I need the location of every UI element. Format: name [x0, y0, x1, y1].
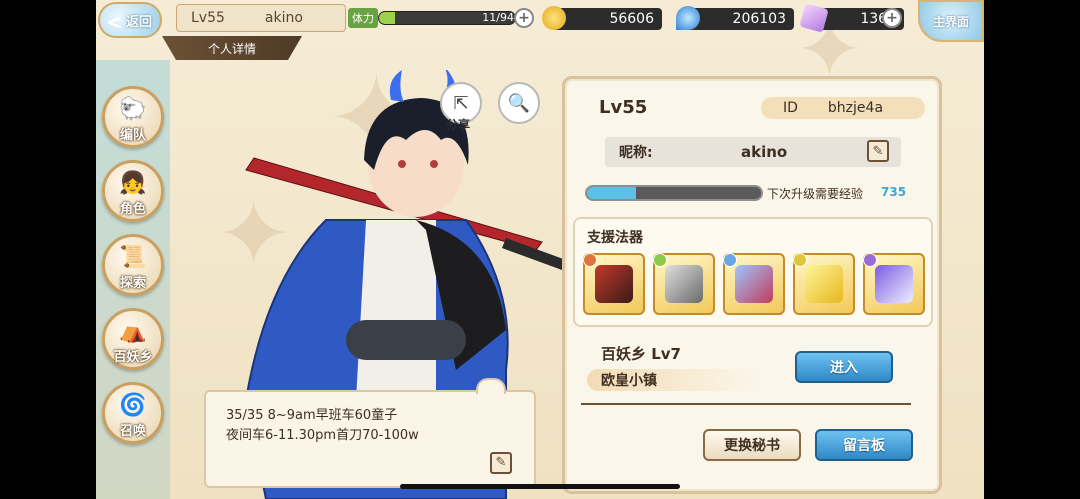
- jade-counter: 206103: [676, 6, 794, 30]
- relic-gem: [723, 253, 737, 267]
- sword-relic-icon: [875, 265, 913, 303]
- nav-explore-label: 探索: [119, 276, 146, 291]
- nav-team-label: 编队: [119, 128, 146, 143]
- message-board-button[interactable]: 留言板: [815, 429, 913, 461]
- gold-amount: 56606: [609, 11, 654, 27]
- gold-coin-icon: [542, 6, 566, 30]
- top-bar: < 返回 Lv55 akino 个人详情 体力 11/94 + 56606 20…: [96, 0, 984, 60]
- player-level: Lv55: [191, 10, 225, 26]
- nav-village-label: 百妖乡: [113, 350, 153, 365]
- nav-character-label: 角色: [119, 202, 146, 217]
- relic-gem: [863, 253, 877, 267]
- town-name: 欧皇小镇: [587, 369, 759, 391]
- player-id-value: bhzje4a: [827, 100, 884, 116]
- back-arrow-icon: <: [106, 10, 123, 34]
- magnifier-icon: 🔍: [507, 92, 531, 114]
- relic-gem: [793, 253, 807, 267]
- character-icon: 👧: [119, 171, 147, 196]
- exp-label: 下次升级需要经验: [767, 187, 864, 201]
- support-relics-title: 支援法器: [587, 230, 643, 246]
- relic-slot-2[interactable]: [653, 253, 715, 315]
- blue-jade-icon: [676, 6, 700, 30]
- signature-line-2: 夜间车6-11.30pm首刀70-100w: [226, 428, 419, 443]
- exp-value: 735: [881, 185, 907, 199]
- nav-explore-button[interactable]: 📜 探索: [102, 234, 164, 296]
- nav-team-button[interactable]: 🐑 编队: [102, 86, 164, 148]
- profile-details-tab[interactable]: 个人详情: [162, 36, 302, 60]
- relic-gem: [583, 253, 597, 267]
- signature-bubble: 35/35 8~9am早班车60童子 夜间车6-11.30pm首刀70-100w…: [204, 378, 536, 488]
- player-name: akino: [264, 10, 303, 26]
- back-button[interactable]: < 返回: [98, 2, 162, 38]
- add-stamina-button[interactable]: +: [514, 8, 534, 28]
- fish-relic-icon: [735, 265, 773, 303]
- character-eye-right: [430, 160, 438, 168]
- exp-bar: [585, 185, 763, 201]
- enter-village-button[interactable]: 进入: [795, 351, 893, 383]
- player-id-label: ID: [783, 100, 798, 116]
- bubble-tail: [476, 378, 506, 394]
- game-screen: ✦ ✦ ✦ < 返回 Lv55 akino 个人详情 体力 11/94 + 56…: [96, 0, 984, 499]
- add-crystal-button[interactable]: +: [882, 8, 902, 28]
- nav-village-button[interactable]: ⛺ 百妖乡: [102, 308, 164, 370]
- village-icon: ⛺: [119, 319, 147, 344]
- fan-relic-icon: [595, 265, 633, 303]
- explore-icon: 📜: [119, 245, 147, 270]
- exp-bar-fill: [587, 187, 636, 199]
- player-level-plate: Lv55 akino: [176, 4, 346, 32]
- relic-slot-3[interactable]: [723, 253, 785, 315]
- nav-character-button[interactable]: 👧 角色: [102, 160, 164, 222]
- home-indicator[interactable]: [400, 484, 680, 489]
- character-eye-left: [398, 160, 406, 168]
- feather-relic-icon: [805, 265, 843, 303]
- share-icon: ⇱: [453, 92, 469, 114]
- nickname-field: 昵称: akino ✎: [605, 137, 901, 167]
- nav-summon-label: 召唤: [119, 424, 146, 439]
- profile-panel: Lv55 ID bhzje4a 昵称: akino ✎ 下次升级需要经验 735…: [562, 76, 942, 494]
- relic-slot-1[interactable]: [583, 253, 645, 315]
- stamina-label: 体力: [348, 8, 378, 28]
- character-horn-left: [389, 70, 404, 102]
- edit-signature-button[interactable]: ✎: [490, 452, 512, 474]
- edit-nickname-button[interactable]: ✎: [867, 140, 889, 162]
- crossbow-relic-icon: [665, 265, 703, 303]
- stamina-bar-fill: [379, 12, 395, 24]
- nickname-value: akino: [741, 143, 788, 161]
- summon-icon: 🌀: [119, 393, 147, 418]
- player-id: ID bhzje4a: [761, 97, 925, 119]
- nickname-label: 昵称:: [619, 145, 653, 161]
- pencil-icon: ✎: [872, 143, 884, 159]
- signature-line-1: 35/35 8~9am早班车60童子: [226, 408, 398, 423]
- share-label: 分享: [446, 118, 471, 132]
- home-button[interactable]: 主界面: [918, 0, 984, 42]
- relic-slot-5[interactable]: [863, 253, 925, 315]
- panel-level: Lv55: [599, 97, 648, 118]
- stamina-value: 11/94: [482, 11, 514, 24]
- back-button-label: 返回: [125, 14, 152, 30]
- village-level: 百妖乡 Lv7: [601, 345, 681, 363]
- pencil-icon: ✎: [495, 455, 507, 470]
- left-nav: 🐑 编队 👧 角色 📜 探索 ⛺ 百妖乡 🌀 召唤: [96, 60, 170, 499]
- change-secretary-button[interactable]: 更换秘书: [703, 429, 801, 461]
- support-relics: 支援法器: [573, 217, 933, 327]
- crystal-icon: [799, 3, 829, 33]
- stamina-meter: 体力 11/94 +: [348, 8, 538, 28]
- nav-summon-button[interactable]: 🌀 召唤: [102, 382, 164, 444]
- jade-amount: 206103: [732, 11, 786, 27]
- character-shirt: [356, 220, 436, 400]
- zoom-button[interactable]: 🔍: [498, 82, 540, 124]
- gold-counter: 56606: [542, 6, 662, 30]
- divider: [581, 403, 911, 405]
- character-belt: [346, 320, 466, 360]
- team-icon: 🐑: [119, 97, 147, 122]
- relic-slot-4[interactable]: [793, 253, 855, 315]
- relic-gem: [653, 253, 667, 267]
